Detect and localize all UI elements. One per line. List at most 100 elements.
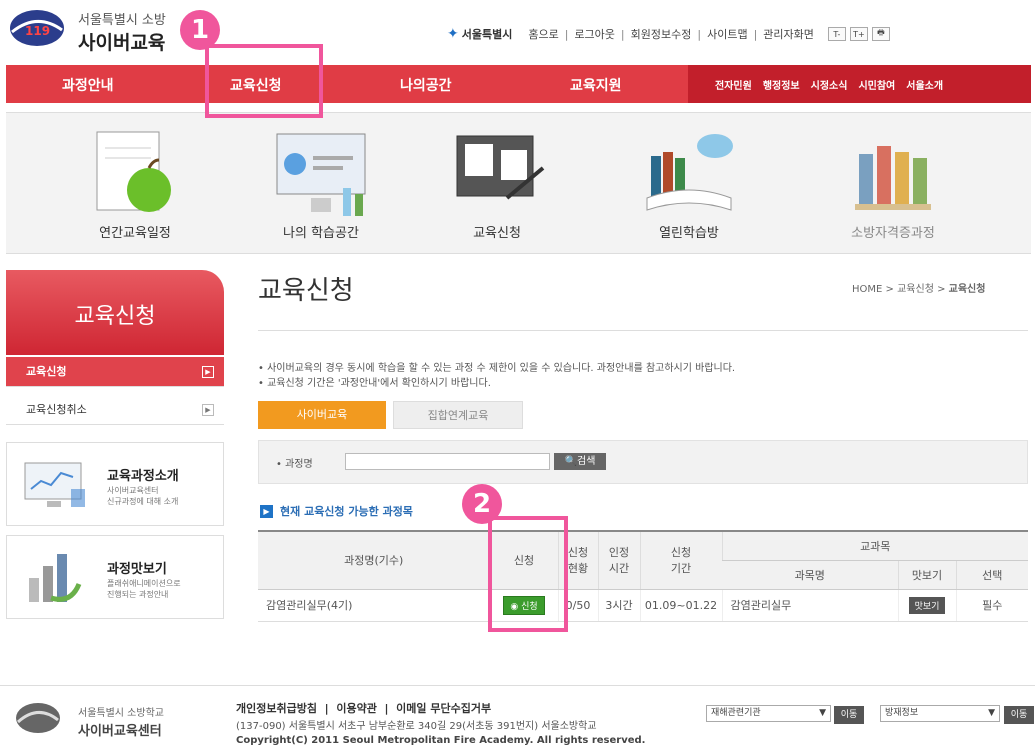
corkboard-icon (456, 135, 545, 200)
col-choice: 선택 (955, 560, 1028, 590)
breadcrumb-home[interactable]: HOME (852, 284, 882, 295)
annotation-box-2 (488, 516, 568, 632)
quick-annual-schedule-label: 연간교육일정 (99, 226, 171, 241)
col-preview: 맛보기 (897, 560, 956, 590)
email-refusal-link[interactable]: 이메일 무단수집거부 (396, 702, 491, 715)
quick-open-learning-label: 열린학습방 (659, 226, 719, 241)
disaster-info-go-button[interactable]: 이동 (1004, 706, 1034, 724)
footer-links: 개인정보취급방침 | 이용약관 | 이메일 무단수집거부 (236, 702, 492, 715)
nav-sub-links: 전자민원 행정정보 시정소식 시민참여 서울소개 (715, 77, 943, 92)
preview-button[interactable]: 맛보기 (908, 596, 946, 614)
logout-link[interactable]: 로그아웃 (574, 26, 614, 42)
font-increase-button[interactable]: T+ (849, 27, 868, 41)
arrow-right-icon: ▶ (202, 404, 214, 416)
quick-fire-cert[interactable]: 소방자격증과정 (808, 112, 978, 254)
tab-group-education[interactable]: 집합연계교육 (393, 401, 523, 429)
font-decrease-button[interactable]: T- (827, 27, 846, 41)
footer-site-name: 사이버교육센터 (78, 724, 162, 739)
logo-site-name[interactable]: 사이버교육 (78, 28, 165, 55)
notebook-apple-icon (96, 131, 171, 212)
breadcrumb-current: 교육신청 (948, 284, 986, 295)
title-divider (258, 330, 1028, 331)
col-course-name: 과정명(기수) (258, 530, 490, 590)
col-subject-name: 과목명 (722, 560, 898, 590)
home-link[interactable]: 홈으로 (528, 26, 558, 42)
footer-address: (137-090) 서울특별시 서초구 남부순환로 340길 29(서초동 39… (236, 721, 646, 746)
course-table: 과정명(기수) 신청 신청 현황 인정 시간 신청 기간 교과목 과목명 맛보기 선택… (258, 530, 1028, 622)
related-agency-go-button[interactable]: 이동 (834, 706, 864, 724)
quick-annual-schedule[interactable]: 연간교육일정 (50, 112, 220, 254)
quick-apply[interactable]: 교육신청 (412, 112, 582, 254)
row-hours: 3시간 (597, 589, 640, 622)
col-hours: 인정 시간 (597, 530, 640, 590)
quick-my-learning-label: 나의 학습공간 (283, 226, 359, 241)
bar-chart-icon (29, 554, 82, 602)
sidebar-item-cancel[interactable]: 교육신청취소 ▶ (6, 395, 224, 425)
page-title: 교육신청 (258, 276, 354, 306)
annotation-badge-1: 1 (180, 10, 220, 50)
chevron-down-icon: ▼ (988, 708, 995, 718)
sitemap-link[interactable]: 사이트맵 (707, 26, 747, 42)
nav-support[interactable]: 교육지원 (570, 75, 622, 95)
nav-sub-civil[interactable]: 전자민원 (715, 77, 752, 92)
seoul-swirl-icon: ✦ (447, 26, 459, 42)
promo-course-preview[interactable]: 과정맛보기 플래쉬애니메이션으로 진행되는 과정안내 (6, 535, 224, 619)
footer-copyright: Copyright(C) 2011 Seoul Metropolitan Fir… (236, 735, 646, 746)
footer-emblem-icon (16, 703, 60, 733)
terms-link[interactable]: 이용약관 (336, 702, 376, 715)
nav-sub-admin-info[interactable]: 행정정보 (763, 77, 800, 92)
monitor-graph-icon (24, 462, 85, 507)
sidebar-title: 교육신청 (74, 304, 156, 329)
quick-apply-label: 교육신청 (473, 226, 521, 241)
notice-line-1: • 사이버교육의 경우 동시에 학습을 할 수 있는 과정 수 제한이 있을 수… (258, 363, 736, 374)
footer-org-name: 서울특별시 소방학교 (78, 708, 164, 719)
search-label: • 과정명 (276, 459, 313, 470)
search-button[interactable]: 🔍검색 (554, 453, 606, 470)
nav-sub-news[interactable]: 시정소식 (811, 77, 848, 92)
arrow-right-icon: ▶ (202, 366, 214, 378)
monitor-chart-icon (276, 133, 366, 216)
cert-books-icon (855, 146, 931, 210)
nav-course-info[interactable]: 과정안내 (62, 75, 114, 95)
quick-my-learning[interactable]: 나의 학습공간 (236, 112, 406, 254)
quick-fire-cert-label: 소방자격증과정 (851, 226, 935, 241)
course-search-input[interactable] (345, 453, 550, 470)
row-period: 01.09~01.22 (639, 589, 722, 622)
table-row: 감염관리실무(4기) ◉ 신청 0/50 3시간 01.09~01.22 감염관… (258, 589, 1028, 622)
col-subjects: 교과목 (721, 530, 1028, 561)
admin-link[interactable]: 관리자화면 (763, 26, 814, 42)
disaster-info-select[interactable]: 방재정보 ▼ (880, 705, 1000, 722)
nav-sub-about[interactable]: 서울소개 (906, 77, 943, 92)
svg-text:119: 119 (25, 24, 50, 38)
logo-org-name: 서울특별시 소방 (78, 13, 166, 28)
annotation-badge-2: 2 (462, 484, 502, 524)
row-course-name: 감염관리실무(4기) (258, 589, 490, 622)
breadcrumb: HOME > 교육신청 > 교육신청 (852, 284, 986, 295)
search-icon: 🔍 (564, 456, 578, 467)
promo-course-preview-title: 과정맛보기 (107, 562, 167, 577)
breadcrumb-apply[interactable]: 교육신청 (897, 284, 934, 295)
row-choice: 필수 (955, 589, 1028, 622)
sidebar-item-apply[interactable]: 교육신청 ▶ (6, 357, 224, 387)
nav-sub-participation[interactable]: 시민참여 (858, 77, 895, 92)
edit-profile-link[interactable]: 회원정보수정 (631, 26, 692, 42)
notice-text: • 사이버교육의 경우 동시에 학습을 할 수 있는 과정 수 제한이 있을 수… (258, 361, 735, 391)
arrow-box-icon: ▶ (260, 504, 273, 518)
seoul-logo[interactable]: ✦ 서울특별시 (447, 26, 512, 42)
annotation-box-1 (205, 44, 323, 118)
logo-emblem-icon[interactable]: 119 (8, 8, 66, 48)
utility-links: ✦ 서울특별시 홈으로 | 로그아웃 | 회원정보수정 | 사이트맵 | 관리자… (447, 26, 890, 42)
open-book-icon (646, 134, 733, 211)
tab-cyber-education[interactable]: 사이버교육 (258, 401, 386, 429)
quick-open-learning[interactable]: 열린학습방 (604, 112, 774, 254)
chevron-down-icon: ▼ (819, 708, 826, 718)
print-icon[interactable]: 🖶 (871, 27, 890, 41)
nav-my-space[interactable]: 나의공간 (400, 75, 452, 95)
privacy-policy-link[interactable]: 개인정보취급방침 (236, 702, 317, 715)
promo-course-intro-title: 교육과정소개 (107, 469, 179, 484)
row-subject: 감염관리실무 (721, 589, 898, 622)
footer-divider (0, 685, 1035, 686)
promo-course-intro[interactable]: 교육과정소개 사이버교육센터 신규과정에 대해 소개 (6, 442, 224, 526)
related-agency-select[interactable]: 재해관련기관 ▼ (706, 705, 831, 722)
notice-line-2: • 교육신청 기간은 '과정안내'에서 확인하시기 바랍니다. (258, 378, 491, 389)
